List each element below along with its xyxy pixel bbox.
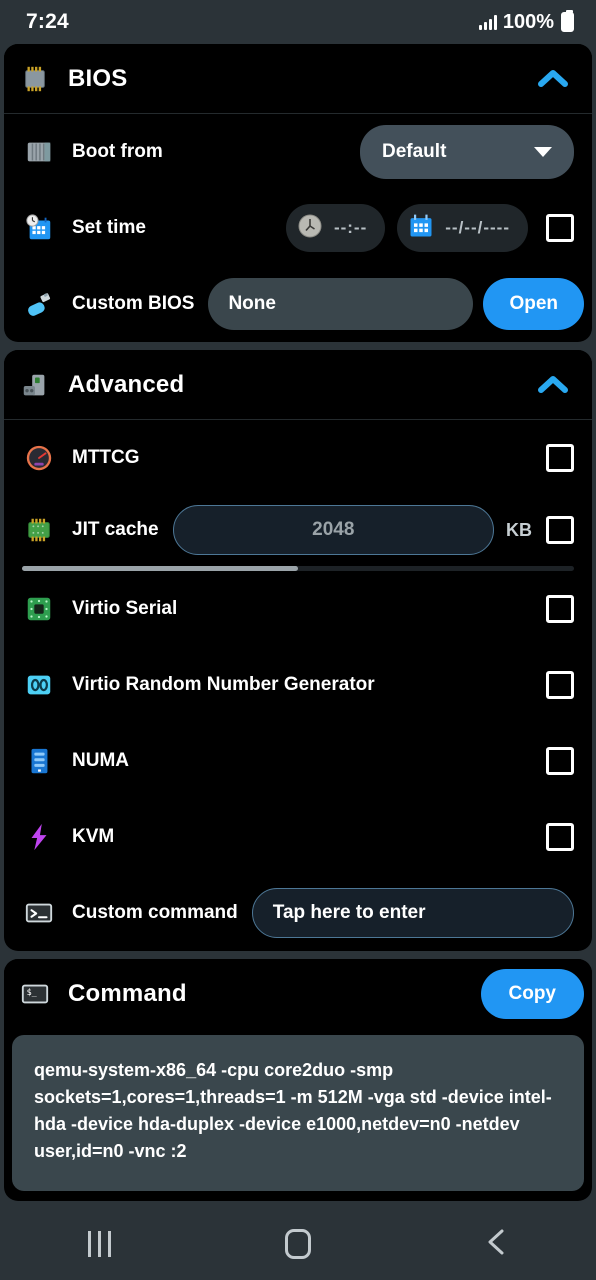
green-processor-icon — [22, 592, 56, 626]
virtio-serial-checkbox[interactable] — [546, 595, 574, 623]
custom-bios-open-button[interactable]: Open — [483, 278, 584, 330]
row-virtio-rng[interactable]: Virtio Random Number Generator — [4, 647, 592, 723]
usb-drive-icon — [22, 287, 56, 321]
cellular-signal-icon — [478, 14, 497, 30]
row-custom-command[interactable]: Custom command Tap here to enter — [4, 875, 592, 951]
virtio-rng-label: Virtio Random Number Generator — [72, 674, 375, 695]
advanced-section-header[interactable]: Advanced — [4, 350, 592, 420]
jit-cache-input[interactable]: 2048 — [172, 505, 494, 555]
set-time-checkbox[interactable] — [546, 214, 574, 242]
home-button[interactable] — [238, 1214, 358, 1274]
robot-icon — [18, 368, 52, 402]
battery-full-icon — [561, 10, 574, 32]
green-chip-icon — [22, 513, 56, 547]
back-button[interactable] — [437, 1214, 557, 1274]
row-boot-from[interactable]: Boot from Default — [4, 114, 592, 190]
bios-card: BIOS Boot from Default Set time --:-- --… — [4, 44, 592, 342]
custom-bios-label: Custom BIOS — [72, 293, 195, 314]
jit-cache-unit-label: KB — [506, 519, 532, 540]
blue-server-icon — [22, 744, 56, 778]
clock-icon — [296, 212, 324, 245]
bios-section-title: BIOS — [68, 64, 128, 92]
command-section-header: $_ Command Copy — [4, 959, 592, 1029]
terminal-icon: $_ — [18, 977, 52, 1011]
android-navigation-bar — [0, 1208, 596, 1280]
mttcg-label: MTTCG — [72, 447, 140, 468]
copy-command-button[interactable]: Copy — [480, 969, 584, 1019]
recents-icon — [87, 1231, 111, 1257]
calendar-icon — [407, 212, 435, 245]
battery-percent-label: 100% — [502, 10, 554, 33]
advanced-card: Advanced MTTCG JIT cache 2048 KB Virtio … — [4, 350, 592, 951]
row-kvm[interactable]: KVM — [4, 799, 592, 875]
mttcg-checkbox[interactable] — [546, 444, 574, 472]
boot-from-select[interactable]: Default — [360, 125, 574, 179]
time-picker-button[interactable]: --:-- — [285, 204, 386, 252]
custom-command-label: Custom command — [72, 902, 238, 923]
row-numa[interactable]: NUMA — [4, 723, 592, 799]
home-icon — [284, 1229, 311, 1259]
row-virtio-serial[interactable]: Virtio Serial — [4, 571, 592, 647]
date-picker-value: --/--/---- — [445, 218, 510, 237]
command-section-title: Command — [68, 980, 187, 1007]
boot-from-value: Default — [382, 141, 447, 162]
numa-checkbox[interactable] — [546, 747, 574, 775]
boot-from-label: Boot from — [72, 141, 163, 162]
row-custom-bios[interactable]: Custom BIOS None Open — [4, 266, 592, 342]
advanced-section-title: Advanced — [68, 370, 185, 398]
horizontal-scrollbar[interactable] — [22, 566, 574, 571]
chevron-up-icon[interactable] — [532, 364, 574, 406]
custom-command-input[interactable]: Tap here to enter — [251, 888, 574, 938]
back-icon — [483, 1226, 511, 1263]
row-mttcg[interactable]: MTTCG — [4, 420, 592, 496]
cyan-rng-icon — [22, 668, 56, 702]
chip-icon — [18, 62, 52, 96]
recents-button[interactable] — [39, 1214, 159, 1274]
custom-bios-path-field[interactable]: None — [208, 278, 474, 330]
hard-drive-icon — [22, 135, 56, 169]
jit-cache-label: JIT cache — [72, 519, 159, 540]
settings-scroll-container[interactable]: BIOS Boot from Default Set time --:-- --… — [0, 44, 596, 1201]
set-time-label: Set time — [72, 217, 146, 238]
row-jit-cache[interactable]: JIT cache 2048 KB — [4, 496, 592, 564]
status-bar-indicators: 100% — [478, 10, 574, 34]
terminal-icon — [22, 896, 56, 930]
status-bar-clock: 7:24 — [26, 10, 69, 33]
time-picker-value: --:-- — [333, 218, 368, 237]
jit-cache-checkbox[interactable] — [546, 516, 574, 544]
virtio-rng-checkbox[interactable] — [546, 671, 574, 699]
kvm-checkbox[interactable] — [546, 823, 574, 851]
command-card: $_ Command Copy qemu-system-x86_64 -cpu … — [4, 959, 592, 1201]
calendar-clock-icon — [22, 211, 56, 245]
date-picker-button[interactable]: --/--/---- — [397, 204, 528, 252]
virtio-serial-label: Virtio Serial — [72, 598, 178, 619]
chevron-up-icon[interactable] — [532, 58, 574, 100]
svg-text:$_: $_ — [27, 987, 38, 997]
bios-section-header[interactable]: BIOS — [4, 44, 592, 114]
status-bar: 7:24 100% — [0, 0, 596, 44]
caret-down-icon — [534, 147, 552, 157]
kvm-label: KVM — [72, 826, 115, 847]
row-set-time[interactable]: Set time --:-- --/--/---- — [4, 190, 592, 266]
purple-lightning-icon — [22, 820, 56, 854]
numa-label: NUMA — [72, 750, 129, 771]
gauge-icon — [22, 441, 56, 475]
command-output-text[interactable]: qemu-system-x86_64 -cpu core2duo -smp so… — [12, 1035, 584, 1191]
